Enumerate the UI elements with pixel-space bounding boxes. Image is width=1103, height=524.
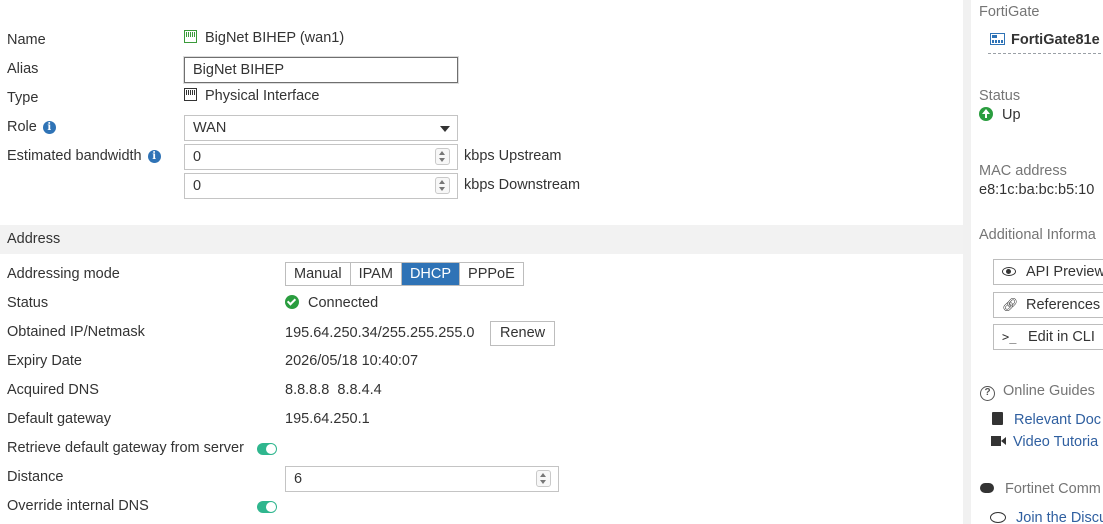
distance-input[interactable] [285,466,559,492]
mode-manual-button[interactable]: Manual [286,263,351,285]
video-camera-icon [991,436,1006,446]
downstream-input[interactable] [184,173,458,199]
chat-bubble-icon [990,512,1006,523]
type-value: Physical Interface [184,88,319,104]
mac-address-label: MAC address [979,163,1067,179]
override-dns-label: Override internal DNS [7,498,149,514]
upstream-unit: kbps Upstream [464,148,562,164]
comments-icon [980,483,994,493]
device-label: FortiGate [979,4,1040,20]
type-text: Physical Interface [205,88,320,104]
bandwidth-label-text: Estimated bandwidth [7,148,142,164]
references-button[interactable]: 🔗︎ References [993,292,1103,318]
api-preview-label: API Preview [1026,264,1103,280]
info-icon[interactable]: i [147,150,161,163]
video-tutorials-link[interactable]: Video Tutoria [991,434,1098,450]
distance-field[interactable] [285,466,559,492]
alias-input[interactable] [184,57,458,83]
acquired-dns-value: 8.8.8.8 8.8.4.4 [285,382,382,398]
distance-label: Distance [7,469,64,485]
override-dns-toggle[interactable] [257,501,277,513]
acquired-dns-label: Acquired DNS [7,382,99,398]
addressing-mode-label: Addressing mode [7,266,120,282]
upstream-input[interactable] [184,144,458,170]
mode-ipam-button[interactable]: IPAM [350,263,402,285]
status-text: Connected [308,295,379,311]
link-icon: 🔗︎ [1002,297,1019,312]
fortinet-community-label: Fortinet Comm [1005,481,1101,497]
status-value: Connected [285,295,378,311]
online-guides-header: ? Online Guides [980,383,1095,401]
relevant-docs-link[interactable]: Relevant Doc [992,412,1101,428]
join-discussion-link[interactable]: Join the Discu [990,510,1103,524]
relevant-docs-label: Relevant Doc [1014,412,1102,428]
retrieve-gateway-label: Retrieve default gateway from server [7,440,244,456]
edit-in-cli-label: Edit in CLI [1028,329,1095,345]
status-label: Status [7,295,49,311]
role-selected-value: WAN [193,120,227,136]
check-circle-icon [285,295,299,309]
role-label: Role i [7,119,56,135]
book-icon [992,412,1003,425]
renew-button[interactable]: Renew [490,321,556,346]
arrow-up-circle-icon [979,107,993,121]
info-sidebar: FortiGate FortiGate81e Status Up MAC add… [971,0,1103,524]
ip-netmask-label: Obtained IP/Netmask [7,324,145,340]
chevron-down-icon [440,126,450,132]
join-discussion-label: Join the Discu [1016,510,1103,524]
port-icon [184,30,197,43]
bandwidth-label: Estimated bandwidth i [7,148,161,164]
default-gateway-label: Default gateway [7,411,111,427]
distance-stepper[interactable] [536,470,551,487]
fortigate-device-icon [990,33,1005,45]
downstream-unit: kbps Downstream [464,177,581,193]
additional-info-label: Additional Informa [979,227,1096,243]
upstream-stepper[interactable] [435,148,450,165]
mac-address-value: e8:1c:ba:bc:b5:10 [979,182,1095,198]
info-icon[interactable]: i [42,121,56,134]
api-preview-button[interactable]: API Preview [993,259,1103,285]
sidebar-status-value: Up [979,107,1021,123]
default-gateway-value: 195.64.250.1 [285,411,370,427]
name-value: BigNet BIHEP (wan1) [184,30,344,46]
type-label: Type [7,90,39,106]
upstream-field[interactable] [184,144,458,170]
alias-label: Alias [7,61,39,77]
sidebar-status-text: Up [1002,107,1021,123]
sidebar-status-label: Status [979,88,1021,104]
role-select[interactable]: WAN [184,115,458,141]
physical-port-icon [184,88,197,101]
terminal-icon: >_ [1002,330,1017,344]
edit-in-cli-button[interactable]: >_ Edit in CLI [993,324,1103,350]
retrieve-gateway-toggle[interactable] [257,443,277,455]
fortinet-community-header: Fortinet Comm [980,481,1101,497]
address-section-header: Address [0,225,963,254]
expiry-date-value: 2026/05/18 10:40:07 [285,353,419,369]
online-guides-label: Online Guides [1003,383,1095,399]
addressing-mode-toggle: Manual IPAM DHCP PPPoE [285,262,524,286]
address-section-title: Address [7,231,61,247]
mode-pppoe-button[interactable]: PPPoE [460,263,523,285]
ip-netmask-value: 195.64.250.34/255.255.255.0 [285,325,475,341]
device-underline [988,53,1103,54]
video-tutorials-label: Video Tutoria [1013,434,1099,450]
eye-icon [1002,267,1016,276]
device-name: FortiGate81e [1011,32,1100,48]
panel-divider [963,0,971,524]
downstream-stepper[interactable] [435,177,450,194]
mode-dhcp-button[interactable]: DHCP [401,263,461,285]
interface-edit-form: Name BigNet BIHEP (wan1) Alias Type Phys… [0,0,963,524]
name-label: Name [7,32,46,48]
name-text: BigNet BIHEP (wan1) [205,30,345,46]
expiry-date-label: Expiry Date [7,353,82,369]
question-circle-icon: ? [980,386,995,401]
role-label-text: Role [7,119,37,135]
downstream-field[interactable] [184,173,458,199]
references-label: References [1026,297,1101,313]
device-value[interactable]: FortiGate81e [990,32,1100,48]
